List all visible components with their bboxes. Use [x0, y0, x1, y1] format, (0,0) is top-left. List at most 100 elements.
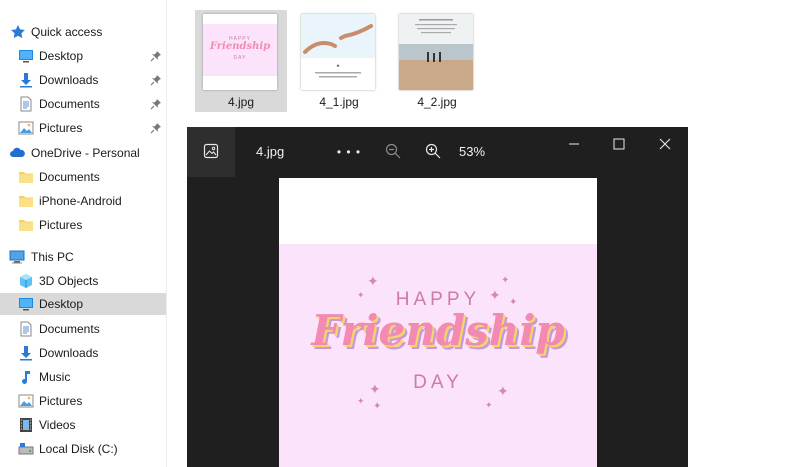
nav-label: Downloads — [39, 73, 99, 87]
day-text: DAY — [413, 372, 463, 393]
desktop-icon — [18, 296, 34, 312]
nav-item-pictures-pc[interactable]: Pictures — [0, 390, 166, 412]
film-icon — [18, 417, 34, 433]
thumbnail-friendship: HAPPY Friendship DAY — [203, 14, 277, 90]
close-button[interactable] — [642, 127, 688, 163]
zoom-out-icon — [385, 143, 401, 162]
nav-label: Pictures — [39, 121, 83, 135]
file-name: 4_2.jpg — [417, 95, 457, 109]
nav-label: Local Disk (C:) — [39, 442, 118, 456]
nav-label: Documents — [39, 97, 100, 111]
sparkle-icon: ✦ — [497, 383, 509, 399]
nav-item-local-disk[interactable]: Local Disk (C:) — [0, 438, 166, 460]
nav-item-documents-pc[interactable]: Documents — [0, 318, 166, 340]
download-arrow-icon — [18, 72, 34, 88]
sparkle-icon: ✦ — [357, 290, 365, 300]
pin-icon[interactable] — [150, 98, 162, 110]
thumbnail-beach — [399, 14, 473, 90]
cube-icon — [18, 273, 34, 289]
close-icon — [659, 138, 671, 153]
folder-icon — [18, 193, 34, 209]
nav-label: 3D Objects — [39, 274, 99, 288]
pin-icon[interactable] — [150, 50, 162, 62]
sparkle-icon: ✦ — [369, 381, 381, 397]
nav-item-pictures-qa[interactable]: Pictures — [0, 117, 166, 139]
nav-label: Quick access — [31, 25, 103, 39]
nav-item-od-iphone-android[interactable]: iPhone-Android — [0, 190, 166, 212]
sparkle-icon: ✦ — [509, 297, 518, 308]
nav-label: OneDrive - Personal — [31, 146, 140, 160]
nav-this-pc[interactable]: This PC — [0, 246, 166, 268]
star-icon — [10, 24, 26, 40]
navigation-pane: Quick access Desktop Downloads Documents… — [0, 0, 167, 467]
nav-item-3d-objects[interactable]: 3D Objects — [0, 270, 166, 292]
nav-label: Documents — [39, 170, 100, 184]
nav-label: This PC — [31, 250, 74, 264]
maximize-icon — [613, 138, 625, 153]
document-icon — [18, 96, 34, 112]
sparkle-icon: ✦ — [367, 273, 379, 289]
cloud-icon — [9, 145, 25, 161]
nav-quick-access[interactable]: Quick access — [0, 21, 166, 43]
nav-label: Desktop — [39, 49, 84, 63]
thumb-friendship-text: Friendship — [209, 41, 271, 52]
file-tile-4-2[interactable]: 4_2.jpg — [391, 10, 483, 112]
sparkle-icon: ✦ — [489, 287, 501, 303]
nav-item-documents-qa[interactable]: Documents — [0, 93, 166, 115]
nav-label: Documents — [39, 322, 100, 336]
download-arrow-icon — [18, 345, 34, 361]
nav-label: Pictures — [39, 218, 83, 232]
nav-item-downloads-pc[interactable]: Downloads — [0, 342, 166, 364]
music-note-icon — [18, 369, 34, 385]
nav-item-od-pictures[interactable]: Pictures — [0, 214, 166, 236]
nav-label: Downloads — [39, 346, 99, 360]
document-icon — [18, 321, 34, 337]
thumb-day-text: DAY — [233, 55, 247, 61]
nav-item-desktop-qa[interactable]: Desktop — [0, 45, 166, 67]
nav-item-od-documents[interactable]: Documents — [0, 166, 166, 188]
sparkle-icon: ✦ — [357, 396, 365, 406]
nav-item-downloads-qa[interactable]: Downloads — [0, 69, 166, 91]
gallery-button[interactable] — [187, 127, 235, 177]
zoom-level: 53% — [459, 144, 486, 159]
image-icon — [203, 143, 219, 162]
nav-label: Pictures — [39, 394, 83, 408]
thumbnail-hands: ❝ — [301, 14, 375, 90]
nav-item-desktop-pc[interactable]: Desktop — [0, 293, 166, 315]
folder-icon — [18, 217, 34, 233]
drive-icon — [18, 441, 34, 457]
friendship-text: Friendship — [311, 306, 565, 355]
nav-label: Music — [39, 370, 71, 384]
sparkle-icon: ✦ — [501, 275, 510, 286]
maximize-button[interactable] — [596, 127, 642, 163]
pin-icon[interactable] — [150, 122, 162, 134]
zoom-out-button[interactable] — [381, 127, 405, 177]
minimize-icon — [568, 138, 580, 153]
sparkle-icon: ✦ — [373, 401, 382, 412]
file-tile-4[interactable]: HAPPY Friendship DAY 4.jpg — [195, 10, 287, 112]
pin-icon[interactable] — [150, 74, 162, 86]
nav-onedrive[interactable]: OneDrive - Personal — [0, 142, 166, 164]
pictures-icon — [18, 120, 34, 136]
nav-item-videos[interactable]: Videos — [0, 414, 166, 436]
viewer-filename: 4.jpg — [256, 144, 285, 159]
photos-viewer-window: 4.jpg • • • 53% HAPPY Friendship DAY ✦ ✦… — [187, 127, 688, 467]
desktop-icon — [18, 48, 34, 64]
file-tile-4-1[interactable]: ❝ 4_1.jpg — [293, 10, 385, 112]
minimize-button[interactable] — [551, 127, 597, 163]
zoom-in-button[interactable] — [421, 127, 445, 177]
nav-label: Desktop — [39, 297, 84, 311]
nav-label: iPhone-Android — [39, 194, 122, 208]
zoom-in-icon — [425, 143, 441, 162]
file-name: 4.jpg — [227, 95, 255, 109]
friendship-card: HAPPY Friendship DAY ✦ ✦ ✦ ✦ ✦ ✦ ✦ ✦ ✦ ✦ — [279, 244, 597, 467]
sparkle-icon: ✦ — [485, 400, 493, 410]
svg-text:❝: ❝ — [336, 65, 339, 71]
image-canvas: HAPPY Friendship DAY ✦ ✦ ✦ ✦ ✦ ✦ ✦ ✦ ✦ ✦ — [279, 178, 597, 467]
pictures-icon — [18, 393, 34, 409]
nav-item-music[interactable]: Music — [0, 366, 166, 388]
folder-icon — [18, 169, 34, 185]
more-options-button[interactable]: • • • — [329, 127, 369, 177]
computer-icon — [9, 249, 25, 265]
file-name: 4_1.jpg — [319, 95, 359, 109]
